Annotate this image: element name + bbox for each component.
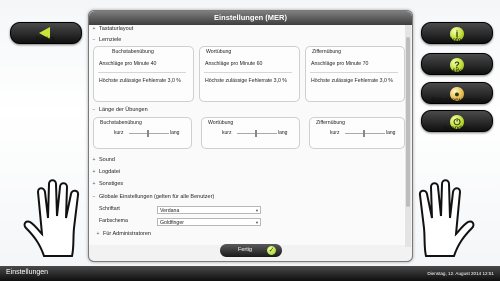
slider-max-label: lang bbox=[170, 130, 180, 136]
status-title: Einstellungen bbox=[6, 269, 49, 276]
expand-icon: + bbox=[96, 231, 100, 237]
laenge-box-buchstaben: Buchstabenübung kurz lang bbox=[93, 117, 192, 149]
slider-max-label: lang bbox=[278, 130, 288, 136]
left-hand-icon bbox=[23, 179, 80, 257]
back-label: Zurück bbox=[35, 36, 55, 43]
section-label: Globale Einstellungen (gelten für alle B… bbox=[99, 194, 215, 200]
info-label: Info bbox=[450, 37, 462, 44]
lernziel-box-buchstaben: Buchstabenübung Anschläge pro Minute 40 … bbox=[93, 46, 194, 102]
farbschema-label: Farbschema bbox=[99, 218, 128, 224]
expand-icon: + bbox=[92, 26, 96, 32]
laenge-slider[interactable] bbox=[129, 130, 169, 137]
box-title: Buchstabenübung bbox=[112, 49, 154, 55]
section-sonstiges[interactable]: + Sonstiges bbox=[91, 181, 124, 187]
farbschema-value: Goldfinger bbox=[160, 220, 184, 226]
laenge-slider[interactable] bbox=[345, 130, 385, 137]
collapse-icon: − bbox=[92, 37, 96, 43]
box-title: Ziffernübung bbox=[316, 120, 346, 126]
farbschema-select[interactable]: Goldfinger ▼ bbox=[157, 218, 261, 226]
section-lernziele[interactable]: − Lernziele bbox=[91, 37, 122, 43]
section-label: Lernziele bbox=[99, 37, 122, 43]
anschlaege-setting[interactable]: Anschläge pro Minute 60 bbox=[205, 61, 262, 67]
schriftart-value: Verdana bbox=[160, 208, 180, 214]
anschlaege-setting[interactable]: Anschläge pro Minute 40 bbox=[99, 61, 156, 67]
switch-user-label: Benutzerwechsel bbox=[431, 97, 481, 104]
section-laenge[interactable]: − Länge der Übungen bbox=[91, 107, 148, 113]
slider-max-label: lang bbox=[386, 130, 396, 136]
chevron-down-icon: ▼ bbox=[255, 208, 259, 213]
box-title: Wortübung bbox=[206, 49, 232, 55]
laenge-slider[interactable] bbox=[237, 130, 277, 137]
scrollbar-thumb[interactable] bbox=[406, 37, 410, 207]
settings-content: + Tastaturlayout − Lernziele Buchstabenü… bbox=[89, 25, 405, 245]
laenge-box-wort: Wortübung kurz lang bbox=[201, 117, 300, 149]
slider-min-label: kurz bbox=[114, 130, 124, 136]
checkmark-icon: ✓ bbox=[267, 246, 276, 255]
collapse-icon: − bbox=[92, 194, 96, 200]
slider-min-label: kurz bbox=[222, 130, 232, 136]
status-datetime: Dienstag, 12. August 2014 12:51 bbox=[427, 271, 494, 276]
section-sound[interactable]: + Sound bbox=[91, 157, 115, 163]
section-label: Logdatei bbox=[99, 169, 121, 175]
schriftart-select[interactable]: Verdana ▼ bbox=[157, 206, 261, 214]
section-logdatei[interactable]: + Logdatei bbox=[91, 169, 121, 175]
expand-icon: + bbox=[92, 157, 96, 163]
fehlerrate-setting[interactable]: Höchste zulässige Fehlerrate 3,0 % bbox=[311, 78, 393, 84]
vertical-scrollbar[interactable] bbox=[405, 25, 411, 247]
anschlaege-setting[interactable]: Anschläge pro Minute 70 bbox=[311, 61, 368, 67]
section-label: Für Administratoren bbox=[103, 231, 151, 237]
status-bar: Einstellungen Dienstag, 12. August 2014 … bbox=[0, 266, 500, 281]
quit-label: Beenden bbox=[442, 125, 470, 132]
section-admin[interactable]: + Für Administratoren bbox=[95, 231, 151, 237]
section-global[interactable]: − Globale Einstellungen (gelten für alle… bbox=[91, 194, 215, 200]
section-label: Tastaturlayout bbox=[99, 26, 134, 32]
settings-dialog: Einstellungen (MER) + Tastaturlayout − L… bbox=[88, 10, 413, 262]
collapse-icon: − bbox=[92, 107, 96, 113]
box-title: Buchstabenübung bbox=[100, 120, 142, 126]
section-label: Sound bbox=[99, 157, 115, 163]
box-title: Ziffernübung bbox=[312, 49, 342, 55]
schriftart-label: Schriftart bbox=[99, 206, 120, 212]
section-tastaturlayout[interactable]: + Tastaturlayout bbox=[91, 26, 134, 32]
done-button[interactable]: Fertig ✓ bbox=[220, 244, 282, 257]
laenge-box-ziffern: Ziffernübung kurz lang bbox=[309, 117, 405, 149]
fehlerrate-setting[interactable]: Höchste zulässige Fehlerrate 3,0 % bbox=[205, 78, 287, 84]
fehlerrate-setting[interactable]: Höchste zulässige Fehlerrate 3,0 % bbox=[99, 78, 181, 84]
box-title: Wortübung bbox=[208, 120, 234, 126]
section-label: Sonstiges bbox=[99, 181, 124, 187]
slider-min-label: kurz bbox=[330, 130, 340, 136]
done-label: Fertig bbox=[238, 247, 253, 253]
section-label: Länge der Übungen bbox=[99, 107, 148, 113]
expand-icon: + bbox=[92, 169, 96, 175]
expand-icon: + bbox=[92, 181, 96, 187]
chevron-down-icon: ▼ bbox=[255, 220, 259, 225]
help-label: Hilfe bbox=[449, 68, 463, 75]
lernziel-box-wort: Wortübung Anschläge pro Minute 60 Höchst… bbox=[199, 46, 300, 102]
right-hand-icon bbox=[418, 179, 475, 257]
lernziel-box-ziffern: Ziffernübung Anschläge pro Minute 70 Höc… bbox=[305, 46, 405, 102]
dialog-title: Einstellungen (MER) bbox=[89, 11, 412, 25]
